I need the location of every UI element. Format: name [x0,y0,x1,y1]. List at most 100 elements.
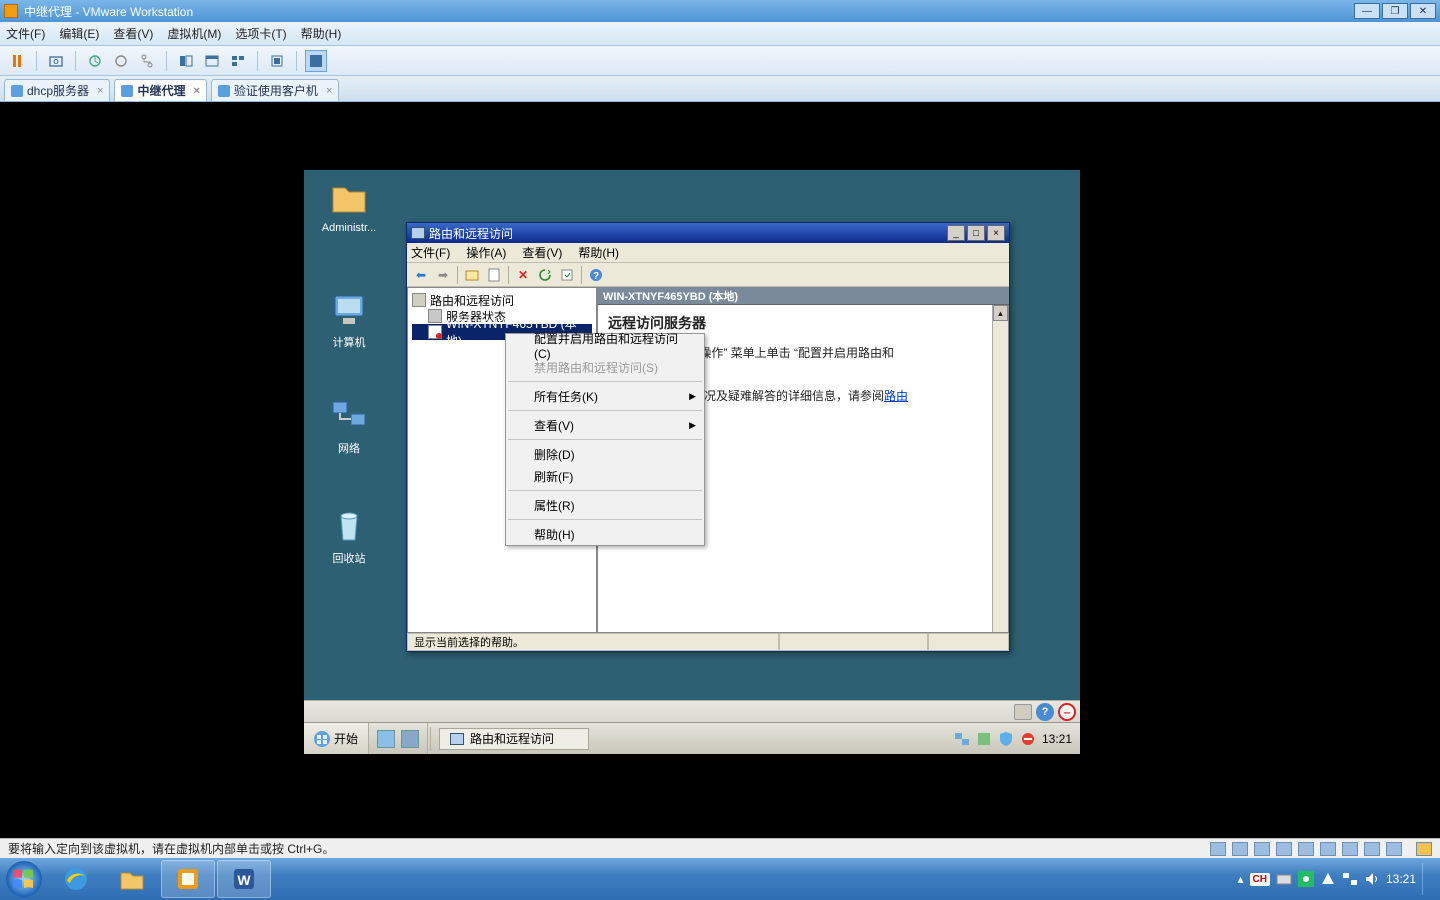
ime-icon[interactable]: CH [1250,873,1270,886]
host-titlebar: 中继代理 - VMware Workstation — ❐ ✕ [0,0,1440,22]
ctx-alltasks[interactable]: 所有任务(K) [506,385,704,407]
device-display-icon[interactable] [1386,842,1402,856]
ctx-help[interactable]: 帮助(H) [506,523,704,545]
device-cd-icon[interactable] [1232,842,1248,856]
pinned-word[interactable]: W [217,860,271,898]
start-button[interactable]: 开始 [304,723,369,754]
maximize-button[interactable]: ❐ [1382,3,1408,19]
guest-desktop[interactable]: Administr... 计算机 网络 回收站 路由和远程访问 _ □ × 文件… [304,170,1080,754]
message-icon[interactable] [1416,842,1432,856]
tray-icon[interactable] [1014,704,1032,720]
block-icon[interactable]: – [1058,703,1076,721]
close-icon[interactable]: × [326,85,332,97]
desktop-icon-recycle[interactable]: 回收站 [314,506,384,566]
routing-link[interactable]: 路由 [884,389,908,403]
view-single-icon[interactable] [175,50,197,72]
guest-clock[interactable]: 13:21 [1042,732,1072,746]
snapshot-revert-icon[interactable] [84,50,106,72]
ctx-delete[interactable]: 删除(D) [506,443,704,465]
close-icon[interactable]: × [97,85,103,97]
help-icon[interactable]: ? [1036,703,1054,721]
menu-vm[interactable]: 虚拟机(M) [167,25,221,42]
rras-statusbar: 显示当前选择的帮助。 [407,633,1009,651]
ql-desktop-icon[interactable] [401,730,419,748]
pause-icon[interactable] [6,50,28,72]
network-tray-icon[interactable] [954,731,970,747]
up-icon[interactable] [462,265,482,285]
menu-tabs[interactable]: 选项卡(T) [235,25,286,42]
status-text: 要将输入定向到该虚拟机，请在虚拟机内部单击或按 Ctrl+G。 [8,840,334,857]
desktop-icon-computer[interactable]: 计算机 [314,290,384,350]
menu-view[interactable]: 查看(V) [113,25,153,42]
host-menubar: 文件(F) 编辑(E) 查看(V) 虚拟机(M) 选项卡(T) 帮助(H) [0,22,1440,46]
delete-icon[interactable]: ✕ [513,265,533,285]
flag-tray-icon[interactable] [1298,871,1314,887]
ctx-properties[interactable]: 属性(R) [506,494,704,516]
menu-edit[interactable]: 编辑(E) [59,25,99,42]
maximize-button[interactable]: □ [967,225,985,241]
minimize-button[interactable]: — [1354,3,1380,19]
host-systray: ▴ CH 13:21 [1229,863,1440,895]
tab-relay[interactable]: 中继代理× [114,79,206,101]
device-usb-icon[interactable] [1320,842,1336,856]
device-net1-icon[interactable] [1276,842,1292,856]
minimize-button[interactable]: _ [947,225,965,241]
host-tabstrip: dhcp服务器× 中继代理× 验证使用客户机× [0,76,1440,102]
back-icon[interactable]: ⬅ [411,265,431,285]
menu-file[interactable]: 文件(F) [6,25,45,42]
menu-help[interactable]: 帮助(H) [301,25,342,42]
tree-root[interactable]: 路由和远程访问 [412,292,592,308]
start-orb[interactable] [4,859,44,899]
unity-icon[interactable] [266,50,288,72]
view-thumbnail-icon[interactable] [227,50,249,72]
export-icon[interactable] [557,265,577,285]
tab-dhcp[interactable]: dhcp服务器× [4,79,110,101]
snapshot-manage-icon[interactable] [110,50,132,72]
snapshot-tree-icon[interactable] [136,50,158,72]
device-printer-icon[interactable] [1364,842,1380,856]
network-icon [329,396,369,436]
tab-client[interactable]: 验证使用客户机× [211,79,339,101]
ql-server-icon[interactable] [377,730,395,748]
snapshot-take-icon[interactable] [45,50,67,72]
desktop-icon-admin[interactable]: Administr... [314,178,384,234]
pinned-ie[interactable] [49,860,103,898]
pinned-vmware[interactable] [161,860,215,898]
ctx-view[interactable]: 查看(V) [506,414,704,436]
device-hdd-icon[interactable] [1210,842,1226,856]
close-button[interactable]: × [987,225,1005,241]
help-icon[interactable]: ? [586,265,606,285]
menu-view[interactable]: 查看(V) [522,244,562,261]
volume-tray-icon[interactable] [1364,871,1380,887]
forward-icon[interactable]: ➡ [433,265,453,285]
ctx-configure[interactable]: 配置并启用路由和远程访问(C) [506,334,704,356]
shield-tray-icon[interactable] [998,731,1014,747]
device-floppy-icon[interactable] [1254,842,1270,856]
scrollbar[interactable]: ▲ [992,305,1008,632]
taskbar-button-rras[interactable]: 路由和远程访问 [439,728,589,750]
action-tray-icon[interactable] [976,731,992,747]
desktop-icon-network[interactable]: 网络 [314,396,384,456]
server-node-icon [428,325,442,339]
show-desktop[interactable] [1422,863,1432,895]
rras-titlebar[interactable]: 路由和远程访问 _ □ × [407,223,1009,243]
refresh-icon[interactable] [535,265,555,285]
device-net2-icon[interactable] [1298,842,1314,856]
properties-icon[interactable] [484,265,504,285]
device-sound-icon[interactable] [1342,842,1358,856]
menu-file[interactable]: 文件(F) [411,244,450,261]
menu-action[interactable]: 操作(A) [466,244,506,261]
action-center-icon[interactable] [1320,871,1336,887]
network-tray-icon[interactable] [1342,871,1358,887]
host-clock[interactable]: 13:21 [1386,872,1416,886]
close-button[interactable]: ✕ [1410,3,1436,19]
alert-tray-icon[interactable] [1020,731,1036,747]
icon-label: 回收站 [314,550,384,566]
keyboard-tray-icon[interactable] [1276,871,1292,887]
fullscreen-icon[interactable] [305,50,327,72]
close-icon[interactable]: × [193,85,199,97]
menu-help[interactable]: 帮助(H) [578,244,619,261]
view-console-icon[interactable] [201,50,223,72]
ctx-refresh[interactable]: 刷新(F) [506,465,704,487]
pinned-explorer[interactable] [105,860,159,898]
